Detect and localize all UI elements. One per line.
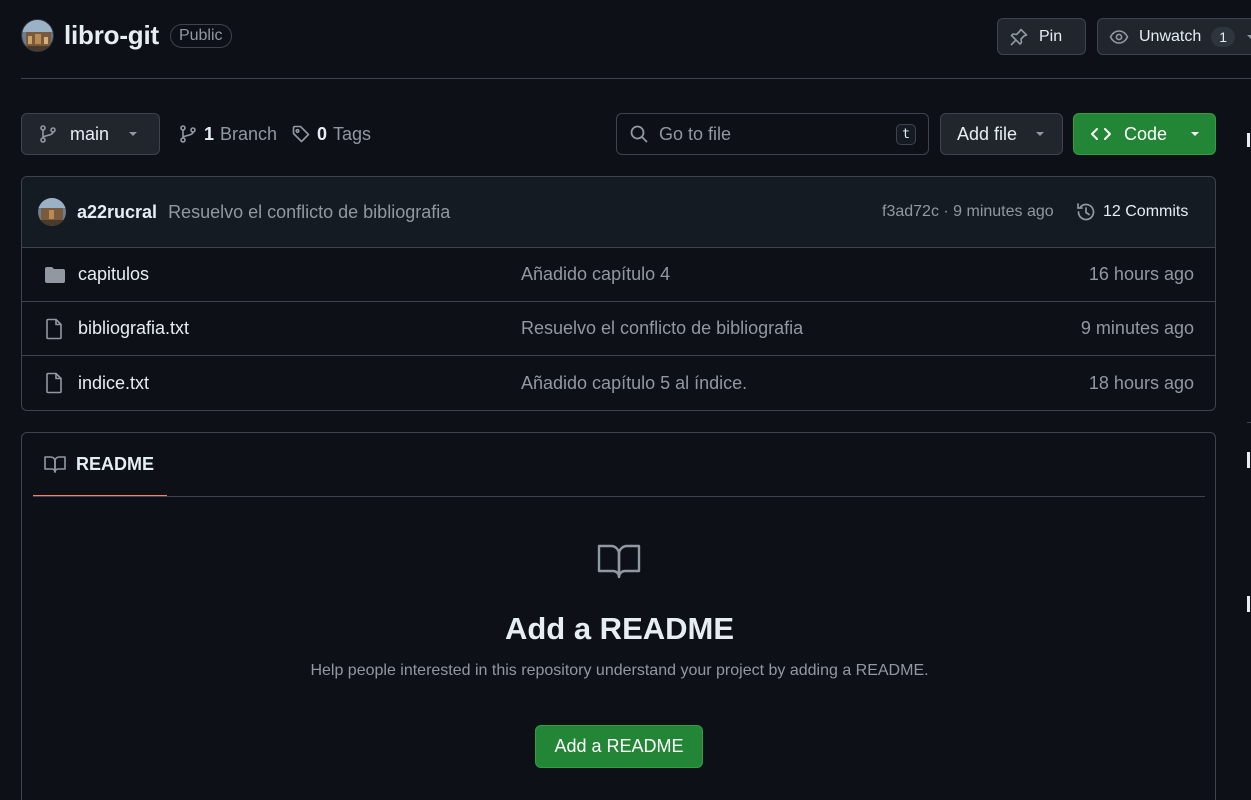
commit-author[interactable]: a22rucral xyxy=(77,202,157,223)
commit-hash-and-time[interactable]: f3ad72c · 9 minutes ago xyxy=(882,203,1054,221)
repo-toolbar: main 1 Branch 0 Tags Go to file t Add fi… xyxy=(21,113,1216,155)
pin-button[interactable]: Pin xyxy=(997,18,1086,55)
repo-name[interactable]: libro-git xyxy=(64,20,159,51)
go-to-file-input[interactable] xyxy=(659,123,879,145)
sidebar-about-heading-fragment xyxy=(1247,133,1250,147)
file-row[interactable]: capitulos Añadido capítulo 4 16 hours ag… xyxy=(22,248,1215,302)
sidebar-section-heading-fragment xyxy=(1247,452,1250,468)
header-actions: Pin Unwatch 1 xyxy=(997,18,1251,55)
header-divider xyxy=(21,78,1251,79)
file-updated-time: 9 minutes ago xyxy=(1080,318,1194,338)
tag-icon xyxy=(291,124,311,144)
add-file-button[interactable]: Add file xyxy=(940,113,1063,155)
sidebar-section-heading-fragment xyxy=(1247,596,1250,612)
code-icon xyxy=(1090,124,1112,144)
branch-count: 1 xyxy=(204,123,215,144)
commits-history-link[interactable]: 12 Commits xyxy=(1075,201,1188,223)
readme-empty-help: Help people interested in this repositor… xyxy=(310,662,929,679)
file-browser: a22rucral Resuelvo el conflicto de bibli… xyxy=(21,176,1216,411)
go-to-file-search[interactable]: t xyxy=(616,113,929,155)
readme-panel: README Add a README Help people interest… xyxy=(21,432,1216,800)
file-updated-time: 18 hours ago xyxy=(1088,372,1194,393)
file-row[interactable]: indice.txt Añadido capítulo 5 al índice.… xyxy=(22,356,1215,410)
code-button[interactable]: Code xyxy=(1073,113,1216,155)
history-icon xyxy=(1075,201,1097,223)
tab-readme[interactable]: README xyxy=(33,433,167,497)
repo-page: libro-git Public Pin Unwatch 1 main 1 Br… xyxy=(0,0,1251,800)
sidebar-divider xyxy=(1247,422,1251,423)
eye-icon xyxy=(1109,27,1129,47)
tag-label: Tags xyxy=(333,123,372,144)
keyboard-shortcut-hint: t xyxy=(896,123,916,145)
visibility-badge: Public xyxy=(169,23,232,48)
tags-link[interactable]: 0 Tags xyxy=(291,113,371,155)
add-file-label: Add file xyxy=(957,123,1018,144)
pin-label: Pin xyxy=(1039,27,1063,45)
search-icon xyxy=(629,124,649,144)
pin-icon xyxy=(1009,27,1029,47)
file-last-commit[interactable]: Resuelvo el conflicto de bibliografia xyxy=(521,318,803,339)
repo-header: libro-git Public xyxy=(21,19,232,52)
readme-empty-title: Add a README xyxy=(504,611,735,646)
chevron-down-icon xyxy=(1245,31,1251,43)
latest-commit-bar: a22rucral Resuelvo el conflicto de bibli… xyxy=(22,177,1215,248)
unwatch-button[interactable]: Unwatch 1 xyxy=(1097,18,1251,55)
branch-select-button[interactable]: main xyxy=(21,113,160,155)
file-name[interactable]: capitulos xyxy=(78,264,149,285)
owner-avatar[interactable] xyxy=(21,19,54,52)
branch-icon xyxy=(178,124,198,144)
branch-label: Branch xyxy=(220,123,278,144)
file-name[interactable]: indice.txt xyxy=(78,373,149,394)
file-row[interactable]: bibliografia.txt Resuelvo el conflicto d… xyxy=(22,302,1215,356)
watch-count: 1 xyxy=(1211,26,1236,47)
book-icon xyxy=(597,543,641,579)
branches-link[interactable]: 1 Branch xyxy=(178,113,277,155)
file-name[interactable]: bibliografia.txt xyxy=(78,318,189,339)
readme-tab-divider xyxy=(33,496,1205,497)
tag-count: 0 xyxy=(317,123,328,144)
file-icon xyxy=(44,372,64,394)
file-updated-time: 16 hours ago xyxy=(1088,264,1194,284)
folder-icon xyxy=(44,266,66,284)
unwatch-label: Unwatch xyxy=(1139,27,1202,45)
branch-icon xyxy=(38,124,58,144)
commits-count-label: 12 Commits xyxy=(1103,203,1189,220)
add-readme-button[interactable]: Add a README xyxy=(535,725,703,768)
file-icon xyxy=(44,318,64,340)
chevron-down-icon xyxy=(1189,128,1201,140)
readme-tab-label: README xyxy=(76,453,155,474)
file-last-commit[interactable]: Añadido capítulo 5 al índice. xyxy=(521,373,747,394)
commit-author-avatar[interactable] xyxy=(38,198,66,226)
code-label: Code xyxy=(1124,123,1168,144)
branch-name: main xyxy=(70,123,110,144)
book-icon xyxy=(44,455,66,473)
commit-message[interactable]: Resuelvo el conflicto de bibliografia xyxy=(168,202,450,223)
file-last-commit[interactable]: Añadido capítulo 4 xyxy=(521,264,670,285)
chevron-down-icon xyxy=(1034,128,1046,140)
chevron-down-icon xyxy=(127,128,139,140)
